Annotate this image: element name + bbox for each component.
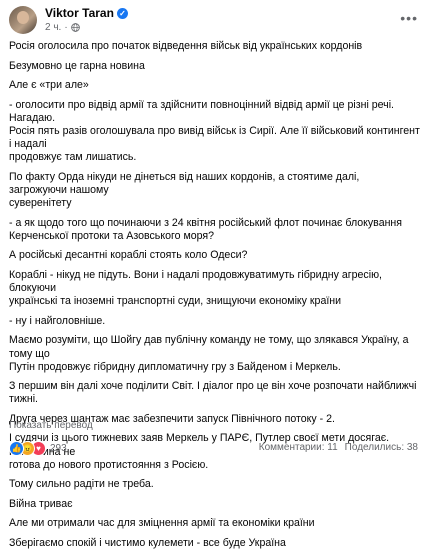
- globe-icon: [70, 23, 80, 32]
- shares-count[interactable]: Поделились: 38: [345, 442, 418, 453]
- post-paragraph: - ну і найголовніше.: [9, 314, 106, 327]
- post-paragraph: Зберігаємо спокій і чистимо кулемети - в…: [9, 536, 286, 549]
- post-paragraph: - оголосити про відвід армії та здійснит…: [9, 98, 420, 164]
- reactions-count: 293: [50, 443, 67, 454]
- post-footer: 👍 😠 ♥ 293 Комментарии: 11 Поделились: 38: [9, 441, 418, 456]
- post-paragraph: Безумовно це гарна новина: [9, 59, 145, 72]
- post-paragraph: А російські десантні кораблі стоять коло…: [9, 249, 248, 262]
- post-body: Росія оголосила про початок відведення в…: [9, 40, 420, 556]
- post-paragraph: Але ми отримали час для зміцнення армії …: [9, 517, 315, 530]
- post-paragraph: По факту Орда нікуди не дінеться від наш…: [9, 170, 360, 210]
- facebook-post: Viktor Taran ✓ 2 ч. · ••• Росія оголосил…: [0, 0, 428, 549]
- ellipsis-icon[interactable]: •••: [400, 10, 418, 26]
- post-meta: 2 ч. ·: [45, 22, 80, 33]
- post-stats: Комментарии: 11 Поделились: 38: [259, 442, 418, 453]
- meta-separator: ·: [64, 22, 68, 33]
- post-time[interactable]: 2 ч.: [45, 22, 61, 33]
- author-row: Viktor Taran ✓: [45, 6, 128, 20]
- post-paragraph: Але є «три але»: [9, 79, 89, 91]
- post-paragraph: З першим він далі хоче поділити Світ. І …: [9, 380, 420, 406]
- author-name[interactable]: Viktor Taran: [45, 6, 114, 20]
- post-paragraph: Тому сильно радіти не треба.: [9, 478, 154, 491]
- post-header: Viktor Taran ✓ 2 ч. · •••: [9, 6, 418, 36]
- post-paragraph: - а як щодо того що починаючи з 24 квітн…: [9, 216, 403, 242]
- post-paragraph: Кораблі - нікуд не підуть. Вони і надалі…: [9, 268, 382, 308]
- post-paragraph: Війна триває: [9, 497, 73, 510]
- comments-count[interactable]: Комментарии: 11: [259, 442, 338, 453]
- reactions-summary[interactable]: 👍 😠 ♥ 293: [9, 441, 67, 456]
- post-paragraph: Маємо розуміти, що Шойгу дав публічну ко…: [9, 334, 409, 373]
- post-paragraph: Росія оголосила про початок відведення в…: [9, 40, 363, 52]
- verified-badge-icon: ✓: [116, 7, 128, 19]
- like-icon: 👍: [9, 441, 24, 456]
- author-avatar[interactable]: [9, 6, 37, 34]
- translate-link[interactable]: Показать перевод: [9, 420, 93, 431]
